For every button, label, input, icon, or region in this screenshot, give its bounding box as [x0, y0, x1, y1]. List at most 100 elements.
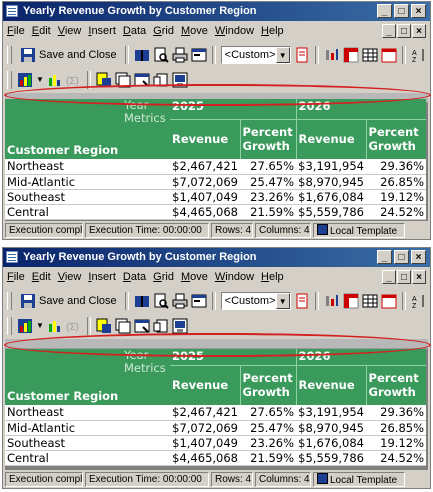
chevron-down-icon[interactable]: ▼: [36, 75, 44, 84]
year-metrics-label[interactable]: Year Metrics: [122, 349, 170, 405]
data-cell[interactable]: $1,676,084: [296, 189, 367, 205]
year-metrics-label[interactable]: Year Metrics: [122, 99, 170, 159]
grid-icon[interactable]: [362, 47, 378, 63]
data-cell[interactable]: 21.59%: [240, 204, 297, 220]
data-cell[interactable]: $7,072,069: [170, 174, 240, 190]
menu-view[interactable]: View: [58, 25, 82, 37]
data-cell[interactable]: 25.47%: [240, 420, 297, 436]
data-cell[interactable]: $1,407,049: [170, 189, 240, 205]
menu-data[interactable]: Data: [123, 271, 146, 283]
row-header[interactable]: Southeast: [5, 189, 170, 205]
data-cell[interactable]: $4,465,068: [170, 450, 240, 466]
menu-grid[interactable]: Grid: [153, 25, 174, 37]
book-icon[interactable]: [134, 47, 150, 63]
print-icon[interactable]: [172, 293, 188, 309]
print-icon[interactable]: [172, 47, 188, 63]
report-icon[interactable]: [294, 293, 310, 309]
template-select[interactable]: <Custom> ▼: [220, 291, 291, 310]
grid-icon[interactable]: [362, 293, 378, 309]
mdi-restore-button[interactable]: □: [397, 24, 411, 38]
minimize-button[interactable]: _: [377, 4, 392, 18]
maximize-button[interactable]: □: [394, 250, 409, 264]
menu-insert[interactable]: Insert: [88, 25, 116, 37]
metric-header-revenue[interactable]: Revenue: [295, 119, 367, 159]
close-button[interactable]: ×: [411, 4, 426, 18]
minimize-button[interactable]: _: [377, 250, 392, 264]
properties-icon[interactable]: [191, 293, 207, 309]
data-cell[interactable]: 29.36%: [366, 405, 427, 421]
notes-icon[interactable]: [153, 318, 169, 334]
menu-grid[interactable]: Grid: [153, 271, 174, 283]
menu-data[interactable]: Data: [123, 25, 146, 37]
data-cell[interactable]: $3,191,954: [296, 405, 367, 421]
menu-file[interactable]: File: [7, 25, 25, 37]
data-cell[interactable]: $7,072,069: [170, 420, 240, 436]
book-icon[interactable]: [134, 293, 150, 309]
chevron-down-icon[interactable]: ▼: [36, 321, 44, 330]
data-cell[interactable]: $4,465,068: [170, 204, 240, 220]
print-preview-icon[interactable]: [153, 293, 169, 309]
row-header[interactable]: Northeast: [5, 405, 170, 421]
menu-move[interactable]: Move: [181, 271, 208, 283]
data-cell[interactable]: $8,970,945: [296, 420, 367, 436]
data-cell[interactable]: 23.26%: [240, 435, 297, 451]
menu-edit[interactable]: Edit: [32, 271, 51, 283]
mdi-close-button[interactable]: ×: [412, 24, 426, 38]
data-cell[interactable]: 24.52%: [366, 204, 427, 220]
layout-icon[interactable]: [134, 318, 150, 334]
metric-header-percent-growth[interactable]: Percent Growth: [365, 365, 427, 405]
sort-az-icon[interactable]: AZ: [411, 47, 427, 64]
sort-icon[interactable]: [324, 47, 340, 63]
data-cell[interactable]: 24.52%: [366, 450, 427, 466]
data-cell[interactable]: $1,407,049: [170, 435, 240, 451]
row-header[interactable]: Southeast: [5, 435, 170, 451]
metric-header-revenue[interactable]: Revenue: [295, 365, 367, 405]
mdi-minimize-button[interactable]: _: [382, 270, 396, 284]
row-header[interactable]: Mid-Atlantic: [5, 174, 170, 190]
data-cell[interactable]: 26.85%: [366, 174, 427, 190]
save-and-close-button[interactable]: Save and Close: [17, 291, 120, 310]
formula-icon[interactable]: [47, 72, 63, 88]
menu-window[interactable]: Window: [215, 25, 254, 37]
data-cell[interactable]: 29.36%: [366, 159, 427, 175]
mdi-restore-button[interactable]: □: [397, 270, 411, 284]
maximize-button[interactable]: □: [394, 4, 409, 18]
data-cell[interactable]: $2,467,421: [170, 405, 240, 421]
data-cell[interactable]: 25.47%: [240, 174, 297, 190]
data-cell[interactable]: 27.65%: [240, 159, 297, 175]
pivot-icon[interactable]: [343, 293, 359, 309]
menu-move[interactable]: Move: [181, 25, 208, 37]
subtotal-icon[interactable]: (Σ): [66, 318, 82, 334]
export-icon[interactable]: [172, 318, 188, 334]
properties-icon[interactable]: [191, 47, 207, 63]
formula-icon[interactable]: [47, 318, 63, 334]
row-header[interactable]: Northeast: [5, 159, 170, 175]
menu-edit[interactable]: Edit: [32, 25, 51, 37]
menu-window[interactable]: Window: [215, 271, 254, 283]
data-cell[interactable]: 27.65%: [240, 405, 297, 421]
data-cell[interactable]: 19.12%: [366, 189, 427, 205]
data-cell[interactable]: 21.59%: [240, 450, 297, 466]
metric-header-revenue[interactable]: Revenue: [170, 119, 240, 159]
calendar-icon[interactable]: [381, 293, 397, 309]
data-cell[interactable]: 19.12%: [366, 435, 427, 451]
sort-az-icon[interactable]: AZ: [411, 293, 427, 310]
close-button[interactable]: ×: [411, 250, 426, 264]
metric-header-percent-growth[interactable]: Percent Growth: [365, 119, 427, 159]
data-cell[interactable]: $1,676,084: [296, 435, 367, 451]
customer-region-header[interactable]: Customer Region: [7, 143, 118, 157]
row-header[interactable]: Central: [5, 204, 170, 220]
sort-icon[interactable]: [324, 293, 340, 309]
menu-view[interactable]: View: [58, 271, 82, 283]
mdi-minimize-button[interactable]: _: [382, 24, 396, 38]
data-cell[interactable]: $8,970,945: [296, 174, 367, 190]
template-select[interactable]: <Custom> ▼: [220, 45, 291, 64]
menu-file[interactable]: File: [7, 271, 25, 283]
metric-header-revenue[interactable]: Revenue: [170, 365, 240, 405]
metric-header-percent-growth[interactable]: Percent Growth: [239, 365, 297, 405]
page-icon[interactable]: [115, 318, 131, 334]
chart-icon[interactable]: [17, 318, 33, 334]
report-icon[interactable]: [294, 47, 310, 63]
data-cell[interactable]: $3,191,954: [296, 159, 367, 175]
mdi-close-button[interactable]: ×: [412, 270, 426, 284]
